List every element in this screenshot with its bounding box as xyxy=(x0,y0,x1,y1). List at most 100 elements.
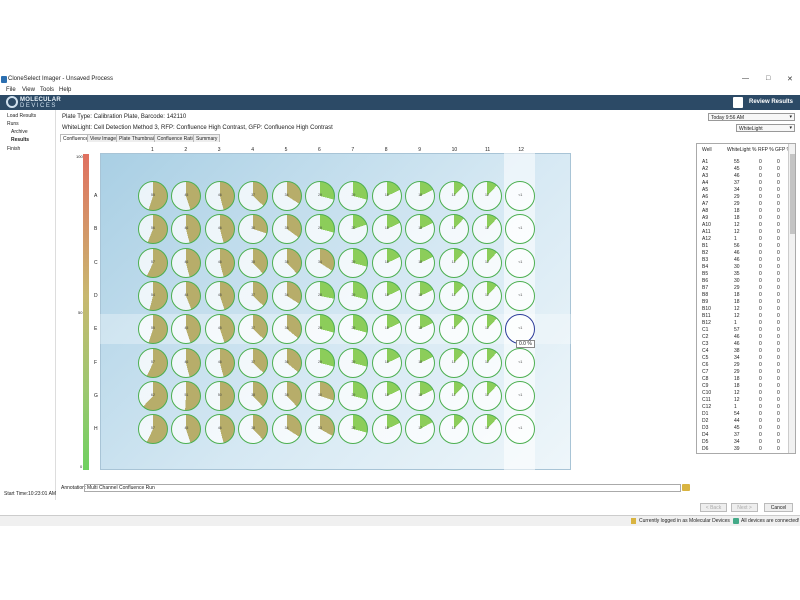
well-D6[interactable]: 28 xyxy=(305,280,335,311)
well-D5[interactable]: 34 xyxy=(271,280,302,311)
well-F11[interactable]: 12 xyxy=(472,347,502,378)
row-header-B[interactable]: B xyxy=(94,226,97,232)
table-row[interactable]: B11 12 0 0 xyxy=(697,313,789,320)
well-H6[interactable]: 33 xyxy=(305,414,335,445)
tab-confluence-ratio[interactable]: Confluence Ratio xyxy=(154,134,199,142)
tab-summary[interactable]: Summary xyxy=(193,134,221,142)
table-row[interactable]: D4 37 0 0 xyxy=(697,432,789,439)
table-row[interactable]: C1 57 0 0 xyxy=(697,327,789,334)
well-D4[interactable]: 37 xyxy=(238,280,269,311)
well-B8[interactable]: 18 xyxy=(371,214,402,245)
well-D9[interactable]: 18 xyxy=(405,280,436,311)
table-row[interactable]: B6 30 0 0 xyxy=(697,278,789,285)
well-G9[interactable]: 18 xyxy=(405,380,436,411)
well-G8[interactable]: 18 xyxy=(371,380,402,411)
well-F12[interactable]: <1 xyxy=(505,347,536,378)
well-A11[interactable]: 12 xyxy=(472,181,502,211)
well-B3[interactable]: 46 xyxy=(204,214,235,245)
well-E6[interactable]: 29 xyxy=(305,314,335,345)
well-A6[interactable]: 29 xyxy=(305,181,335,211)
table-scrollbar[interactable] xyxy=(788,144,795,453)
back-button[interactable]: < Back xyxy=(700,503,727,512)
well-G5[interactable]: 38 xyxy=(271,380,302,411)
well-F6[interactable]: 29 xyxy=(305,347,335,378)
table-row[interactable]: C2 46 0 0 xyxy=(697,334,789,341)
row-header-A[interactable]: A xyxy=(94,193,97,199)
menu-view[interactable]: View xyxy=(22,87,35,93)
table-row[interactable]: C8 18 0 0 xyxy=(697,376,789,383)
table-row[interactable]: B2 46 0 0 xyxy=(697,250,789,257)
table-row[interactable]: B4 30 0 0 xyxy=(697,264,789,271)
menu-file[interactable]: File xyxy=(6,87,16,93)
table-row[interactable]: C3 46 0 0 xyxy=(697,341,789,348)
well-D8[interactable]: 18 xyxy=(371,280,402,311)
well-F5[interactable]: 36 xyxy=(271,347,302,378)
col-whitelight[interactable]: WhiteLight % xyxy=(727,147,756,153)
well-H8[interactable]: 18 xyxy=(371,414,402,445)
table-row[interactable]: A3 46 0 0 xyxy=(697,173,789,180)
well-E1[interactable]: 55 xyxy=(138,314,168,345)
well-C1[interactable]: 57 xyxy=(138,247,168,278)
well-C2[interactable]: 46 xyxy=(171,247,202,278)
well-G6[interactable]: 30 xyxy=(305,380,335,411)
channel-select[interactable]: WhiteLight ▾ xyxy=(736,124,795,132)
table-row[interactable]: A7 29 0 0 xyxy=(697,201,789,208)
sidebar-item-finish[interactable]: Finish xyxy=(7,146,20,152)
well-C9[interactable]: 18 xyxy=(405,247,436,278)
maximize-icon[interactable]: □ xyxy=(766,75,770,82)
table-row[interactable]: C7 29 0 0 xyxy=(697,369,789,376)
table-row[interactable]: B5 35 0 0 xyxy=(697,271,789,278)
well-G4[interactable]: 38 xyxy=(238,380,269,411)
col-rfp[interactable]: RFP % xyxy=(758,147,774,153)
well-H1[interactable]: 57 xyxy=(138,414,168,445)
well-E10[interactable]: 12 xyxy=(438,314,469,345)
well-D11[interactable]: 12 xyxy=(472,280,502,311)
well-G3[interactable]: 50 xyxy=(204,380,235,411)
well-G12[interactable]: <1 xyxy=(505,380,536,411)
table-row[interactable]: D5 34 0 0 xyxy=(697,439,789,446)
row-header-F[interactable]: F xyxy=(94,360,97,366)
well-H11[interactable]: 12 xyxy=(472,414,502,445)
table-row[interactable]: A11 12 0 0 xyxy=(697,229,789,236)
well-E3[interactable]: 45 xyxy=(204,314,235,345)
table-row[interactable]: D6 39 0 0 xyxy=(697,446,789,453)
well-E11[interactable]: 12 xyxy=(472,314,502,345)
table-row[interactable]: D3 45 0 0 xyxy=(697,425,789,432)
well-A10[interactable]: 12 xyxy=(438,181,469,211)
time-point-select[interactable]: Today 9:56 AM ▾ xyxy=(708,113,795,121)
table-row[interactable]: C10 12 0 0 xyxy=(697,390,789,397)
table-row[interactable]: A10 12 0 0 xyxy=(697,222,789,229)
row-header-G[interactable]: G xyxy=(94,393,98,399)
table-row[interactable]: A6 29 0 0 xyxy=(697,194,789,201)
well-C5[interactable]: 38 xyxy=(271,247,302,278)
table-row[interactable]: B1 56 0 0 xyxy=(697,243,789,250)
table-row[interactable]: A5 34 0 0 xyxy=(697,187,789,194)
well-E5[interactable]: 36 xyxy=(271,314,302,345)
well-D3[interactable]: 45 xyxy=(204,280,235,311)
well-H5[interactable]: 34 xyxy=(271,414,302,445)
table-row[interactable]: B3 46 0 0 xyxy=(697,257,789,264)
well-G1[interactable]: 62 xyxy=(138,380,168,411)
well-G10[interactable]: 12 xyxy=(438,380,469,411)
scrollbar-thumb[interactable] xyxy=(790,154,795,234)
menu-tools[interactable]: Tools xyxy=(40,87,54,93)
well-G2[interactable]: 51 xyxy=(171,380,202,411)
well-C6[interactable]: 34 xyxy=(305,247,335,278)
well-C11[interactable]: 12 xyxy=(472,247,502,278)
table-row[interactable]: C9 18 0 0 xyxy=(697,383,789,390)
well-F1[interactable]: 57 xyxy=(138,347,168,378)
cancel-button[interactable]: Cancel xyxy=(764,503,793,512)
next-button[interactable]: Next > xyxy=(731,503,758,512)
table-row[interactable]: A4 37 0 0 xyxy=(697,180,789,187)
well-B5[interactable]: 35 xyxy=(271,214,302,245)
table-row[interactable]: C6 29 0 0 xyxy=(697,362,789,369)
well-A1[interactable]: 55 xyxy=(138,181,168,211)
sidebar-item-archive[interactable]: Archive xyxy=(11,129,28,135)
row-header-D[interactable]: D xyxy=(94,293,98,299)
well-C7[interactable]: 29 xyxy=(338,247,369,278)
table-row[interactable]: C12 1 0 0 xyxy=(697,404,789,411)
well-F8[interactable]: 18 xyxy=(371,347,402,378)
table-row[interactable]: A9 18 0 0 xyxy=(697,215,789,222)
well-C3[interactable]: 46 xyxy=(204,247,235,278)
table-row[interactable]: C11 12 0 0 xyxy=(697,397,789,404)
